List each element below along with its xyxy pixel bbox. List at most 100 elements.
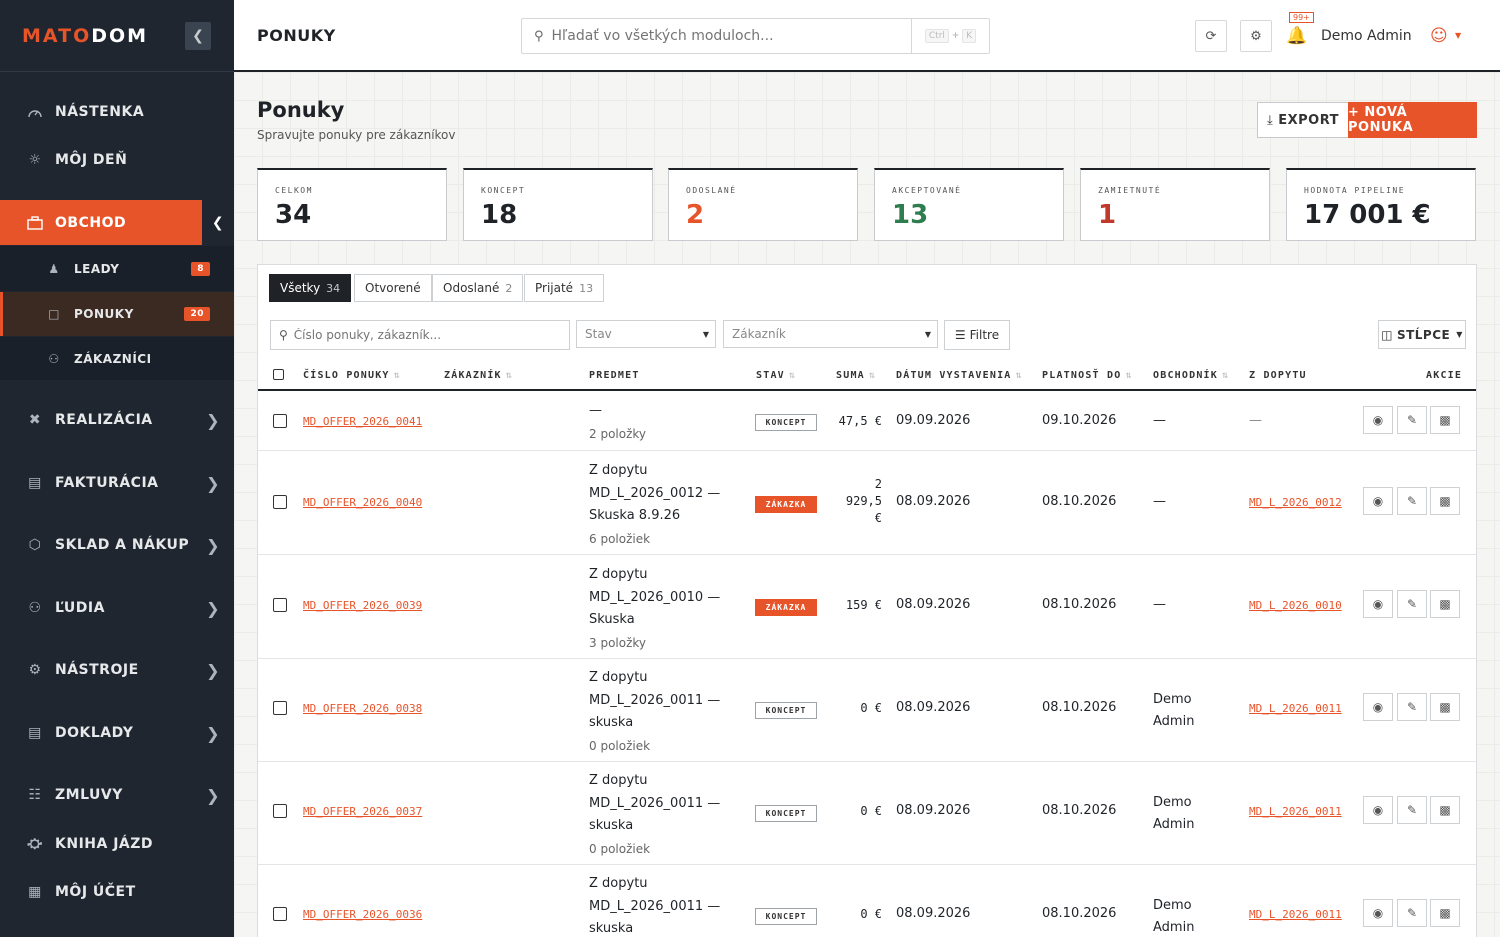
row-checkbox[interactable] xyxy=(273,907,287,921)
refresh-button[interactable]: ⟳ xyxy=(1195,20,1227,52)
new-offer-button[interactable]: + NOVÁ PONUKA xyxy=(1348,102,1477,138)
customer-select[interactable]: Zákazník ▼ xyxy=(723,320,938,348)
sort-icon: ⇅ xyxy=(1015,370,1023,381)
sort-icon: ⇅ xyxy=(1222,370,1230,381)
inquiry-link[interactable]: MD_L_2026_0011 xyxy=(1249,805,1342,818)
inquiry-link[interactable]: MD_L_2026_0010 xyxy=(1249,599,1342,612)
row-checkbox[interactable] xyxy=(273,598,287,612)
sidebar-item-fakturacia[interactable]: ▤ FAKTURÁCIA ❯ xyxy=(0,461,234,505)
edit-button[interactable]: ✎ xyxy=(1397,693,1427,721)
view-button[interactable]: ◉ xyxy=(1363,406,1393,434)
tab-all[interactable]: Všetky 34 xyxy=(269,274,352,302)
table-row: MD_OFFER_2026_0036 Z dopytu MD_L_2026_00… xyxy=(258,865,1476,937)
stat-label: KONCEPT xyxy=(481,186,526,195)
sidebar-item-sklad[interactable]: ⬡ SKLAD A NÁKUP ❯ xyxy=(0,523,234,567)
offer-subject: Z dopytu MD_L_2026_0011 — skuska 0 položi… xyxy=(589,773,721,856)
sidebar-item-moj-ucet[interactable]: ▦ MÔJ ÚČET xyxy=(0,870,234,914)
edit-button[interactable]: ✎ xyxy=(1397,590,1427,618)
sidebar-item-label: NÁSTENKA xyxy=(55,104,145,120)
inquiry-link[interactable]: MD_L_2026_0012 xyxy=(1249,496,1342,509)
column-header-sum[interactable]: SUMA ⇅ xyxy=(836,370,876,381)
pdf-button[interactable]: ▩ xyxy=(1430,693,1460,721)
offer-number-link[interactable]: MD_OFFER_2026_0037 xyxy=(303,805,422,818)
sidebar-item-nastenka[interactable]: NÁSTENKA xyxy=(0,90,234,134)
sidebar-item-ludia[interactable]: ⚇ ĽUDIA ❯ xyxy=(0,586,234,630)
offer-number-link[interactable]: MD_OFFER_2026_0040 xyxy=(303,496,422,509)
column-header-salesman[interactable]: OBCHODNÍK ⇅ xyxy=(1153,370,1229,381)
export-button[interactable]: ⤓ EXPORT xyxy=(1257,102,1349,138)
pdf-button[interactable]: ▩ xyxy=(1430,406,1460,434)
tab-sent[interactable]: Odoslané 2 xyxy=(432,274,524,302)
inquiry-link[interactable]: MD_L_2026_0011 xyxy=(1249,908,1342,921)
global-search[interactable]: ⚲ Ctrl + K xyxy=(521,18,990,54)
sidebar-item-label: MÔJ ÚČET xyxy=(55,884,136,900)
sidebar-subitem-leady[interactable]: ♟ LEADY 8 xyxy=(0,246,234,291)
bug-report-button[interactable]: ⚙ xyxy=(1240,20,1272,52)
sidebar-collapse-button[interactable]: ❮ xyxy=(185,22,211,50)
tab-open[interactable]: Otvorené xyxy=(354,274,432,302)
user-name[interactable]: Demo Admin xyxy=(1321,28,1412,44)
sidebar-item-zmluvy[interactable]: ☷ ZMLUVY ❯ xyxy=(0,773,234,817)
select-all-checkbox[interactable] xyxy=(273,369,284,380)
sidebar-subitem-zakaznici[interactable]: ⚇ ZÁKAZNÍCI xyxy=(0,337,234,380)
offer-number-link[interactable]: MD_OFFER_2026_0038 xyxy=(303,702,422,715)
valid-date: 08.10.2026 xyxy=(1042,494,1117,509)
column-header-issued[interactable]: DÁTUM VYSTAVENIA ⇅ xyxy=(896,370,1023,381)
sidebar-subitem-ponuky[interactable]: □ PONUKY 20 xyxy=(0,292,234,336)
row-checkbox[interactable] xyxy=(273,495,287,509)
caret-down-icon[interactable]: ▼ xyxy=(1455,31,1461,40)
edit-button[interactable]: ✎ xyxy=(1397,406,1427,434)
table-search[interactable]: ⚲ xyxy=(270,320,570,350)
issued-date: 08.09.2026 xyxy=(896,597,971,612)
chevron-left-icon[interactable]: ❮ xyxy=(200,200,234,245)
eye-icon: ◉ xyxy=(1372,597,1384,611)
tab-accepted[interactable]: Prijaté 13 xyxy=(524,274,605,302)
pdf-button[interactable]: ▩ xyxy=(1430,796,1460,824)
offer-number-link[interactable]: MD_OFFER_2026_0041 xyxy=(303,415,422,428)
offer-number-link[interactable]: MD_OFFER_2026_0036 xyxy=(303,908,422,921)
pdf-button[interactable]: ▩ xyxy=(1430,899,1460,927)
sidebar-item-doklady[interactable]: ▤ DOKLADY ❯ xyxy=(0,711,234,755)
sidebar-item-kniha-jazd[interactable]: ⛮ KNIHA JÁZD xyxy=(0,822,234,866)
view-button[interactable]: ◉ xyxy=(1363,693,1393,721)
row-checkbox[interactable] xyxy=(273,804,287,818)
sidebar-subitem-label: ZÁKAZNÍCI xyxy=(74,351,152,366)
notification-bell-icon[interactable]: 🔔 xyxy=(1286,26,1307,46)
tab-count: 13 xyxy=(579,281,594,295)
inquiry-link[interactable]: MD_L_2026_0011 xyxy=(1249,702,1342,715)
issued-date: 08.09.2026 xyxy=(896,803,971,818)
view-button[interactable]: ◉ xyxy=(1363,899,1393,927)
column-header-number[interactable]: ČÍSLO PONUKY ⇅ xyxy=(303,370,401,381)
column-header-customer[interactable]: ZÁKAZNÍK ⇅ xyxy=(444,370,513,381)
row-checkbox[interactable] xyxy=(273,414,287,428)
sidebar-item-realizacia[interactable]: ✖ REALIZÁCIA ❯ xyxy=(0,398,234,442)
sidebar-item-nastroje[interactable]: ⚙ NÁSTROJE ❯ xyxy=(0,648,234,692)
status-select[interactable]: Stav ▼ xyxy=(576,320,716,348)
sliders-icon: ☰ xyxy=(954,328,966,342)
view-button[interactable]: ◉ xyxy=(1363,487,1393,515)
topbar: PONUKY ⚲ Ctrl + K ⟳ ⚙ 🔔 99+ Demo Admin ☺… xyxy=(234,0,1500,72)
edit-button[interactable]: ✎ xyxy=(1397,899,1427,927)
column-header-status[interactable]: STAV ⇅ xyxy=(756,370,796,381)
sidebar-item-moj-den[interactable]: ☼ MÔJ DEŇ xyxy=(0,138,234,182)
offer-sum: 2 929,5 € xyxy=(845,477,882,525)
eye-icon: ◉ xyxy=(1372,906,1384,920)
row-checkbox[interactable] xyxy=(273,701,287,715)
user-avatar-icon[interactable]: ☺ xyxy=(1430,26,1448,46)
file-pdf-icon: ▩ xyxy=(1439,906,1451,920)
view-button[interactable]: ◉ xyxy=(1363,796,1393,824)
pdf-button[interactable]: ▩ xyxy=(1430,590,1460,618)
sidebar-item-obchod[interactable]: OBCHOD ❮ xyxy=(0,200,234,245)
columns-button[interactable]: ◫ STĹPCE ▼ xyxy=(1378,320,1466,349)
column-header-valid[interactable]: PLATNOSŤ DO ⇅ xyxy=(1042,370,1133,381)
stat-value: 17 001 € xyxy=(1304,200,1431,230)
pdf-button[interactable]: ▩ xyxy=(1430,487,1460,515)
sidebar-item-label: DOKLADY xyxy=(55,725,134,741)
table-search-input[interactable] xyxy=(293,328,554,342)
view-button[interactable]: ◉ xyxy=(1363,590,1393,618)
global-search-input[interactable] xyxy=(551,28,892,44)
edit-button[interactable]: ✎ xyxy=(1397,796,1427,824)
edit-button[interactable]: ✎ xyxy=(1397,487,1427,515)
filters-button[interactable]: ☰ Filtre xyxy=(944,320,1010,350)
offer-number-link[interactable]: MD_OFFER_2026_0039 xyxy=(303,599,422,612)
